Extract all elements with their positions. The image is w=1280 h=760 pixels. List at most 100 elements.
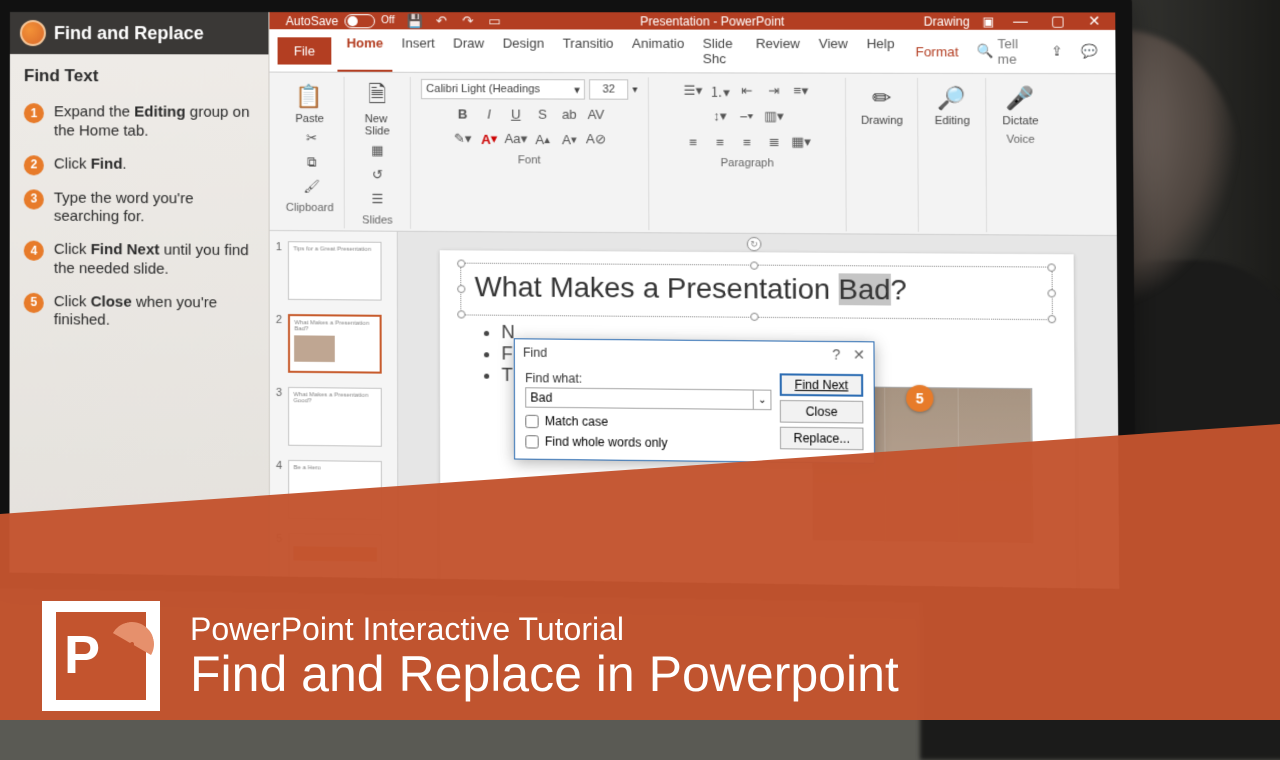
new-slide-button[interactable]: 🗎 New Slide <box>355 79 400 140</box>
resize-handle[interactable] <box>1047 289 1055 297</box>
tab-review[interactable]: Review <box>746 30 809 73</box>
close-dialog-button[interactable]: Close <box>780 400 864 423</box>
tab-view[interactable]: View <box>809 30 857 73</box>
tab-design[interactable]: Design <box>493 29 553 72</box>
tab-draw[interactable]: Draw <box>444 29 494 72</box>
slide[interactable]: What Makes a Presentation Bad? N F T <box>440 250 1076 605</box>
close-icon[interactable]: ✕ <box>853 346 865 364</box>
tab-slideshc[interactable]: Slide Shc <box>693 30 746 73</box>
clear-format-icon[interactable]: A⊘ <box>585 128 608 150</box>
align-center-icon[interactable]: ≡ <box>709 131 732 154</box>
rotate-handle-icon[interactable] <box>747 237 762 251</box>
tab-help[interactable]: Help <box>857 30 904 73</box>
change-case-icon[interactable]: Aa▾ <box>505 128 528 150</box>
thumbnail-5[interactable]: 5 <box>276 533 391 594</box>
align-right-icon[interactable]: ≡ <box>736 131 759 154</box>
resize-handle[interactable] <box>750 313 758 321</box>
reset-icon[interactable]: ↺ <box>366 164 388 186</box>
paste-button[interactable]: 📋 Paste <box>287 79 332 128</box>
convert-smartart-icon[interactable]: ▦▾ <box>790 131 813 154</box>
thumbnail-2[interactable]: 2What Makes a Presentation Bad? <box>276 314 391 374</box>
autosave-toggle[interactable]: AutoSave Off <box>286 14 395 28</box>
undo-icon[interactable]: ↶ <box>433 13 449 29</box>
checkbox-whole-words[interactable] <box>525 435 538 448</box>
font-color-icon[interactable]: A▾ <box>478 128 501 150</box>
decrease-indent-icon[interactable]: ⇤ <box>735 80 758 103</box>
find-next-button[interactable]: Find Next <box>780 373 864 396</box>
italic-icon[interactable]: I <box>478 102 501 124</box>
chevron-down-icon[interactable]: ▾ <box>632 84 637 95</box>
columns-icon[interactable]: ▥▾ <box>762 105 785 128</box>
increase-font-icon[interactable]: A▴ <box>531 128 554 150</box>
copy-icon[interactable]: ⧉ <box>301 151 323 173</box>
thumbnail-1[interactable]: 1Tips for a Great Presentation <box>276 241 391 301</box>
resize-handle[interactable] <box>457 285 465 293</box>
bold-icon[interactable]: B <box>451 102 474 124</box>
replace-button[interactable]: Replace... <box>780 427 864 451</box>
thumbnail-4[interactable]: 4Be a Hero <box>276 460 391 520</box>
resize-handle[interactable] <box>750 261 758 269</box>
ribbon-group-font: Calibri Light (Headings▾ 32 ▾ B I U S ab <box>411 77 650 230</box>
tab-transitio[interactable]: Transitio <box>553 29 622 72</box>
dropdown-chevron-icon[interactable]: ⌄ <box>754 390 772 411</box>
drawing-button[interactable]: ✏ Drawing <box>857 80 908 129</box>
decrease-font-icon[interactable]: A▾ <box>558 128 581 150</box>
editing-button[interactable]: 🔎 Editing <box>929 80 975 129</box>
minimize-button[interactable]: — <box>1007 12 1034 29</box>
find-what-label: Find what: <box>525 371 771 388</box>
align-left-icon[interactable]: ≡ <box>682 130 705 153</box>
increase-indent-icon[interactable]: ⇥ <box>762 80 785 103</box>
close-button[interactable]: ✕ <box>1082 12 1107 29</box>
tab-animatio[interactable]: Animatio <box>623 30 694 73</box>
resize-handle[interactable] <box>457 260 465 268</box>
dictate-button[interactable]: 🎤 Dictate <box>997 80 1044 129</box>
strike-icon[interactable]: S <box>531 103 554 125</box>
start-show-icon[interactable]: ▭ <box>486 13 502 29</box>
tutorial-body: Find Text 1Expand the Editing group on t… <box>10 54 269 351</box>
paste-icon: 📋 <box>293 81 326 113</box>
bullets-icon[interactable]: ☰▾ <box>682 79 705 101</box>
text-direction-icon[interactable]: ↕▾ <box>709 105 732 128</box>
drawing-label: Drawing <box>861 115 903 127</box>
resize-handle[interactable] <box>1047 263 1055 271</box>
line-spacing-icon[interactable]: ≡▾ <box>789 80 812 103</box>
step-text: Click Find Next until you find the neede… <box>54 241 255 280</box>
help-icon[interactable]: ? <box>832 346 840 364</box>
whole-words-checkbox[interactable]: Find whole words only <box>525 434 771 451</box>
shadow-icon[interactable]: ab <box>558 103 581 125</box>
group-label-paragraph: Paragraph <box>720 157 773 169</box>
numbers-icon[interactable]: ⒈▾ <box>708 80 731 102</box>
cut-icon[interactable]: ✂ <box>301 127 323 149</box>
tab-file[interactable]: File <box>278 37 332 64</box>
tab-home[interactable]: Home <box>337 29 392 71</box>
checkbox-match-case[interactable] <box>525 414 538 427</box>
font-size-dropdown[interactable]: 32 <box>589 79 628 99</box>
font-name-dropdown[interactable]: Calibri Light (Headings▾ <box>421 79 585 100</box>
tell-me[interactable]: 🔍 Tell me <box>976 36 1038 67</box>
resize-handle[interactable] <box>1048 315 1056 323</box>
tell-me-label: Tell me <box>997 36 1038 67</box>
share-icon[interactable]: ⇪ <box>1043 43 1071 59</box>
comments-icon[interactable]: 💬 <box>1073 43 1107 60</box>
charspace-icon[interactable]: AV <box>585 103 608 125</box>
highlight-icon[interactable]: ✎▾ <box>451 128 474 150</box>
align-text-icon[interactable]: ⎯▾ <box>735 105 758 128</box>
maximize-button[interactable]: ▢ <box>1045 12 1072 29</box>
redo-icon[interactable]: ↷ <box>460 13 476 29</box>
underline-icon[interactable]: U <box>504 102 527 124</box>
format-painter-icon[interactable]: 🖌 <box>301 176 323 198</box>
match-case-checkbox[interactable]: Match case <box>525 414 771 431</box>
tab-insert[interactable]: Insert <box>392 29 444 72</box>
tab-format[interactable]: Format <box>906 37 968 65</box>
thumbnail-3[interactable]: 3What Makes a Presentation Good? <box>276 387 391 447</box>
ribbon-display-icon[interactable]: ▣ <box>982 14 994 28</box>
layout-icon[interactable]: ▦ <box>366 139 388 161</box>
save-icon[interactable]: 💾 <box>407 13 423 29</box>
section-icon[interactable]: ☰ <box>366 188 388 210</box>
find-what-input[interactable] <box>525 387 754 410</box>
slide-canvas[interactable]: What Makes a Presentation Bad? N F T <box>398 232 1120 606</box>
ribbon-group-clipboard: 📋 Paste ✂ ⧉ 🖌 Clipboard <box>276 77 345 229</box>
toggle-off-icon[interactable] <box>345 14 376 28</box>
resize-handle[interactable] <box>457 310 465 318</box>
justify-icon[interactable]: ≣ <box>763 131 786 154</box>
